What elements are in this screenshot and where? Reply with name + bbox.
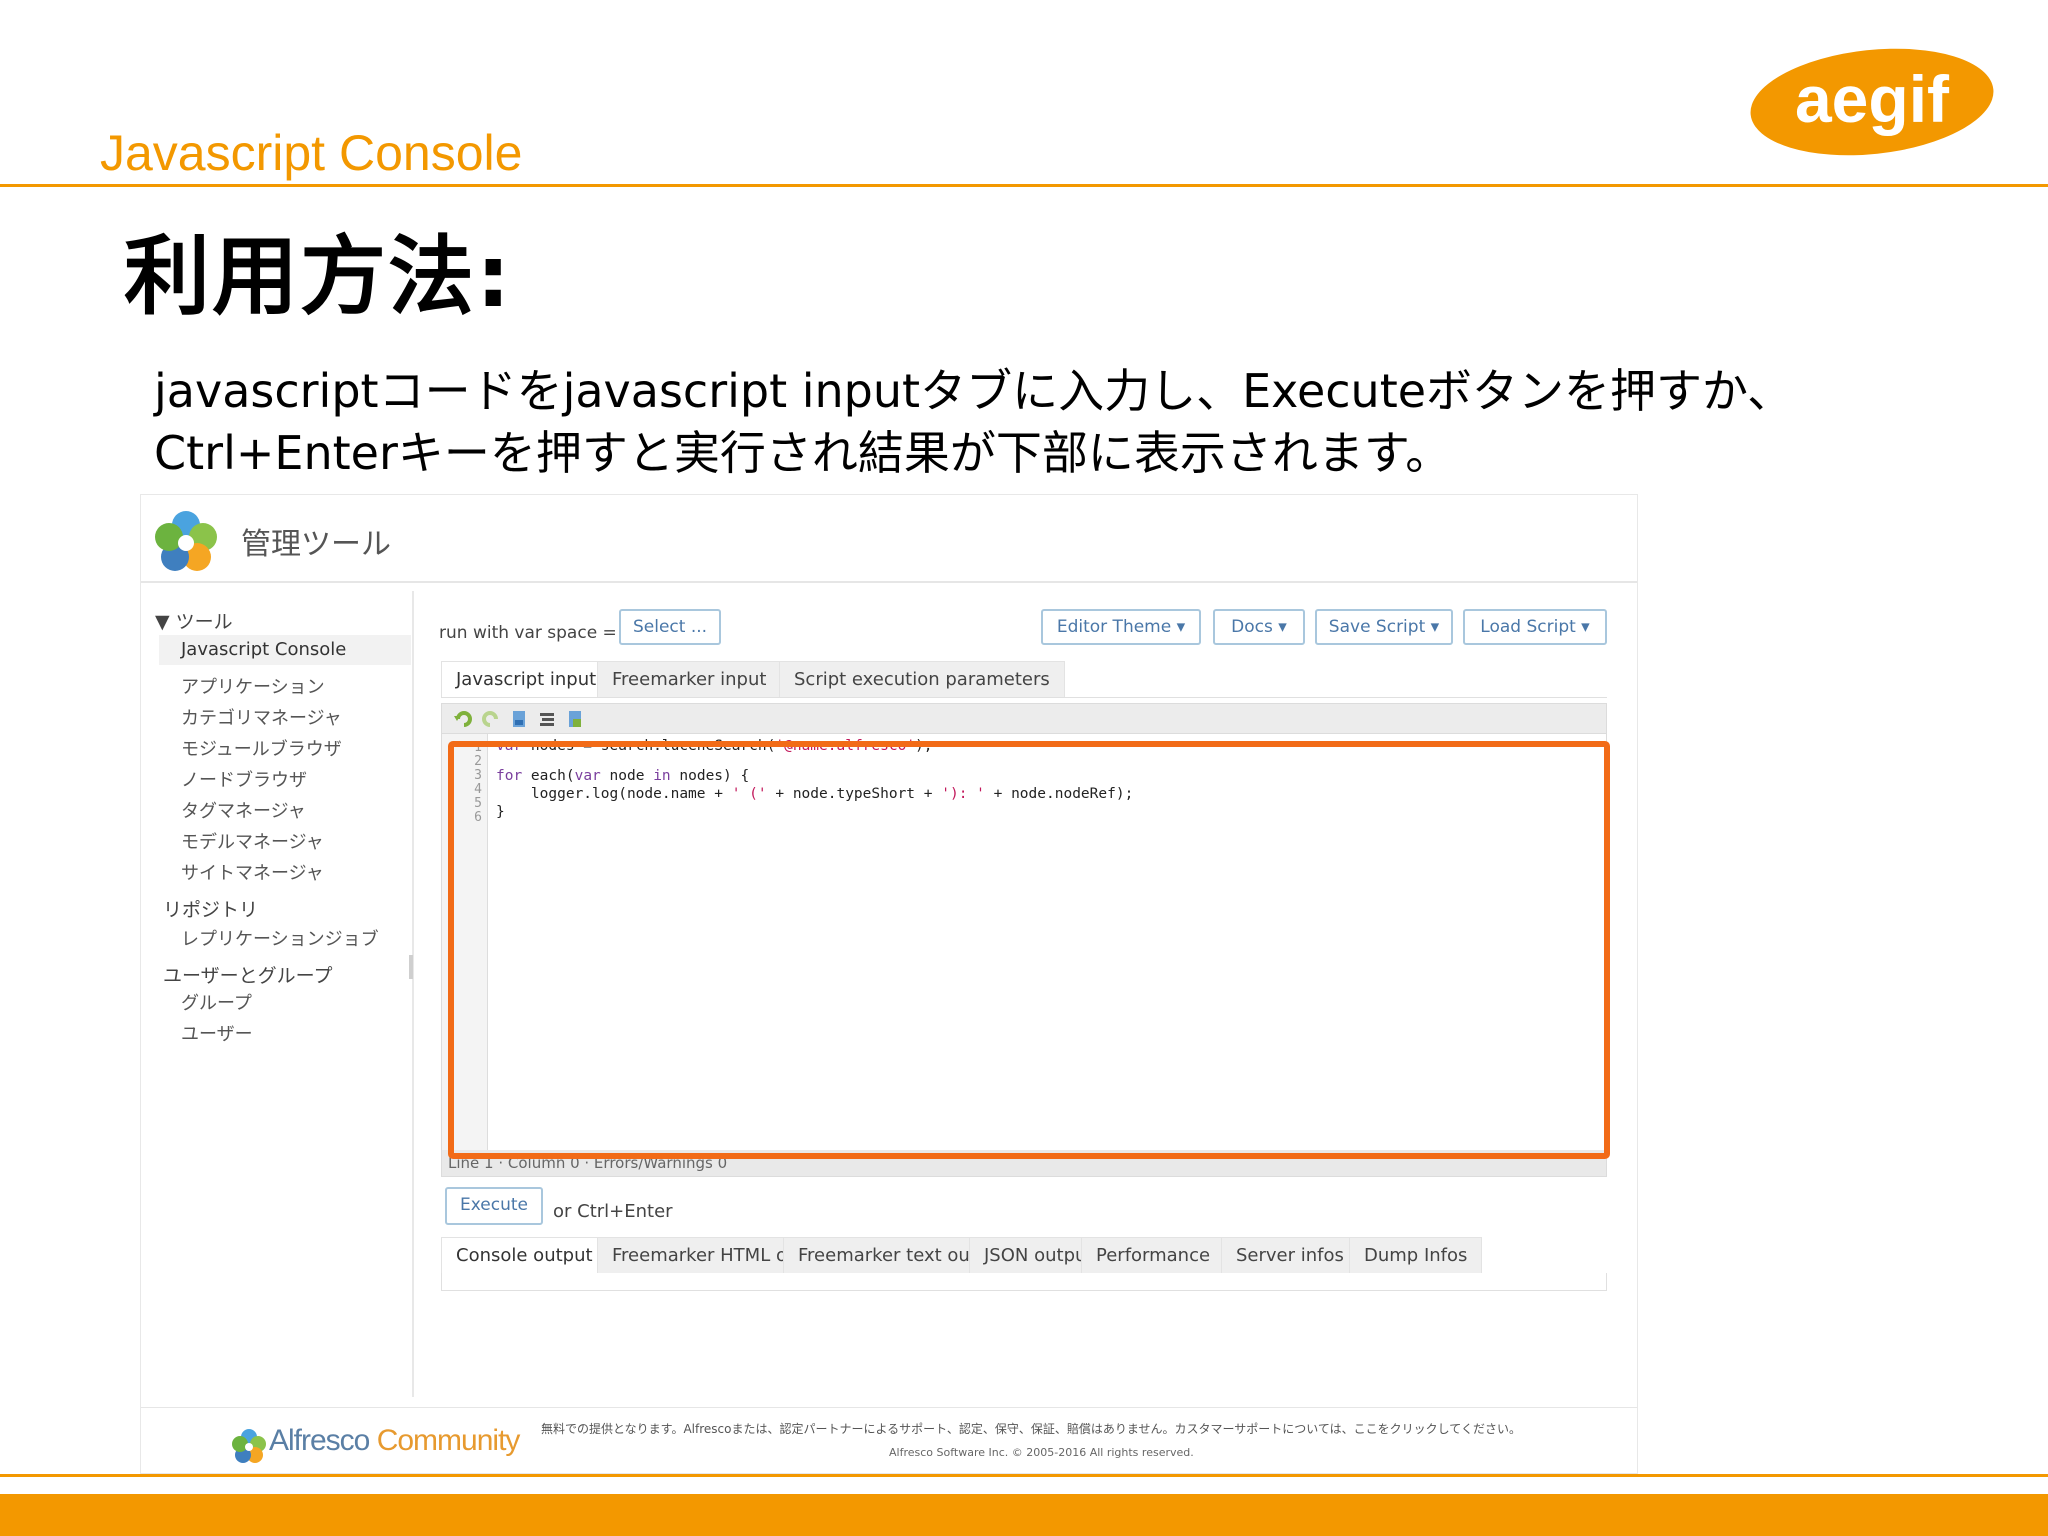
docs-button[interactable]: Docs ▾ <box>1213 609 1305 645</box>
sidebar-group-users-groups[interactable]: ユーザーとグループ <box>163 961 332 988</box>
tab-dump-infos[interactable]: Dump Infos <box>1349 1237 1483 1273</box>
alfresco-community-logo[interactable]: Alfresco Community <box>269 1424 521 1458</box>
document-icon[interactable] <box>510 710 528 728</box>
select-space-button[interactable]: Select ... <box>619 609 721 645</box>
sidebar-item-replication-jobs[interactable]: レプリケーションジョブ <box>181 925 379 951</box>
console-output-panel <box>441 1273 1607 1291</box>
editor-highlight-frame <box>448 741 1610 1159</box>
sidebar-resize-handle[interactable] <box>409 955 413 979</box>
description: javascriptコードをjavascript inputタブに入力し、Exe… <box>154 360 2014 484</box>
editor-toolbar <box>442 704 1606 734</box>
footer-bar <box>0 1494 2048 1536</box>
editor-theme-button[interactable]: Editor Theme ▾ <box>1041 609 1201 645</box>
save-script-button[interactable]: Save Script ▾ <box>1315 609 1453 645</box>
tab-console-output[interactable]: Console output <box>441 1237 608 1273</box>
execute-button[interactable]: Execute <box>445 1187 543 1225</box>
support-note-link[interactable]: 無料での提供となります。Alfrescoまたは、認定パートナーによるサポート、認… <box>541 1420 1521 1437</box>
tab-server-infos[interactable]: Server infos <box>1221 1237 1359 1273</box>
brand-community: Community <box>369 1424 521 1457</box>
alfresco-small-icon <box>232 1429 266 1463</box>
tab-freemarker-input[interactable]: Freemarker input <box>597 661 782 697</box>
sidebar-group-tools[interactable]: ▼ ツール <box>155 607 233 634</box>
sidebar-group-repository[interactable]: リポジトリ <box>163 895 258 922</box>
copyright: Alfresco Software Inc. © 2005-2016 All r… <box>889 1446 1194 1459</box>
sidebar-divider <box>412 591 414 1397</box>
footer-divider <box>0 1474 2048 1477</box>
sidebar-item-users[interactable]: ユーザー <box>181 1020 253 1046</box>
sidebar-item-module-browser[interactable]: モジュールブラウザ <box>181 735 342 761</box>
logo-text: aegif <box>1795 62 1950 136</box>
sidebar-item-groups[interactable]: グループ <box>181 989 252 1015</box>
description-line: javascriptコードをjavascript inputタブに入力し、Exe… <box>154 364 1794 418</box>
tab-script-execution-parameters[interactable]: Script execution parameters <box>779 661 1065 697</box>
sidebar-item-node-browser[interactable]: ノードブラウザ <box>181 766 307 792</box>
format-icon[interactable] <box>538 710 556 728</box>
sidebar-item-application[interactable]: アプリケーション <box>181 673 325 699</box>
slide-subtitle: Javascript Console <box>100 125 523 181</box>
sidebar-item-category-manager[interactable]: カテゴリマネージャ <box>181 704 342 730</box>
undo-icon[interactable] <box>454 710 472 728</box>
sidebar-item-tag-manager[interactable]: タグマネージャ <box>181 797 306 823</box>
app-footer: Alfresco Community 無料での提供となります。Alfrescoま… <box>141 1407 1637 1473</box>
redo-icon[interactable] <box>482 710 500 728</box>
execute-shortcut-hint: or Ctrl+Enter <box>553 1201 673 1222</box>
app-title: 管理ツール <box>241 527 391 562</box>
header-divider <box>0 184 2048 187</box>
aegif-logo: aegif <box>1750 48 1994 156</box>
save-file-icon[interactable] <box>566 710 584 728</box>
description-line: Ctrl+Enterキーを押すと実行され結果が下部に表示されます。 <box>154 426 1452 480</box>
alfresco-flower-icon <box>155 511 217 571</box>
tab-javascript-input[interactable]: Javascript input <box>441 661 612 697</box>
slide-title: 利用方法: <box>124 227 513 327</box>
run-with-label: run with var space = <box>439 623 617 643</box>
sidebar-item-model-manager[interactable]: モデルマネージャ <box>181 828 324 854</box>
tab-performance[interactable]: Performance <box>1081 1237 1226 1273</box>
sidebar-item-javascript-console[interactable]: Javascript Console <box>159 635 411 665</box>
brand-alfresco: Alfresco <box>269 1424 370 1457</box>
load-script-button[interactable]: Load Script ▾ <box>1463 609 1607 645</box>
app-header: 管理ツール <box>141 495 1637 583</box>
sidebar-item-site-manager[interactable]: サイトマネージャ <box>181 859 324 885</box>
input-tabs-rule <box>441 697 1607 698</box>
